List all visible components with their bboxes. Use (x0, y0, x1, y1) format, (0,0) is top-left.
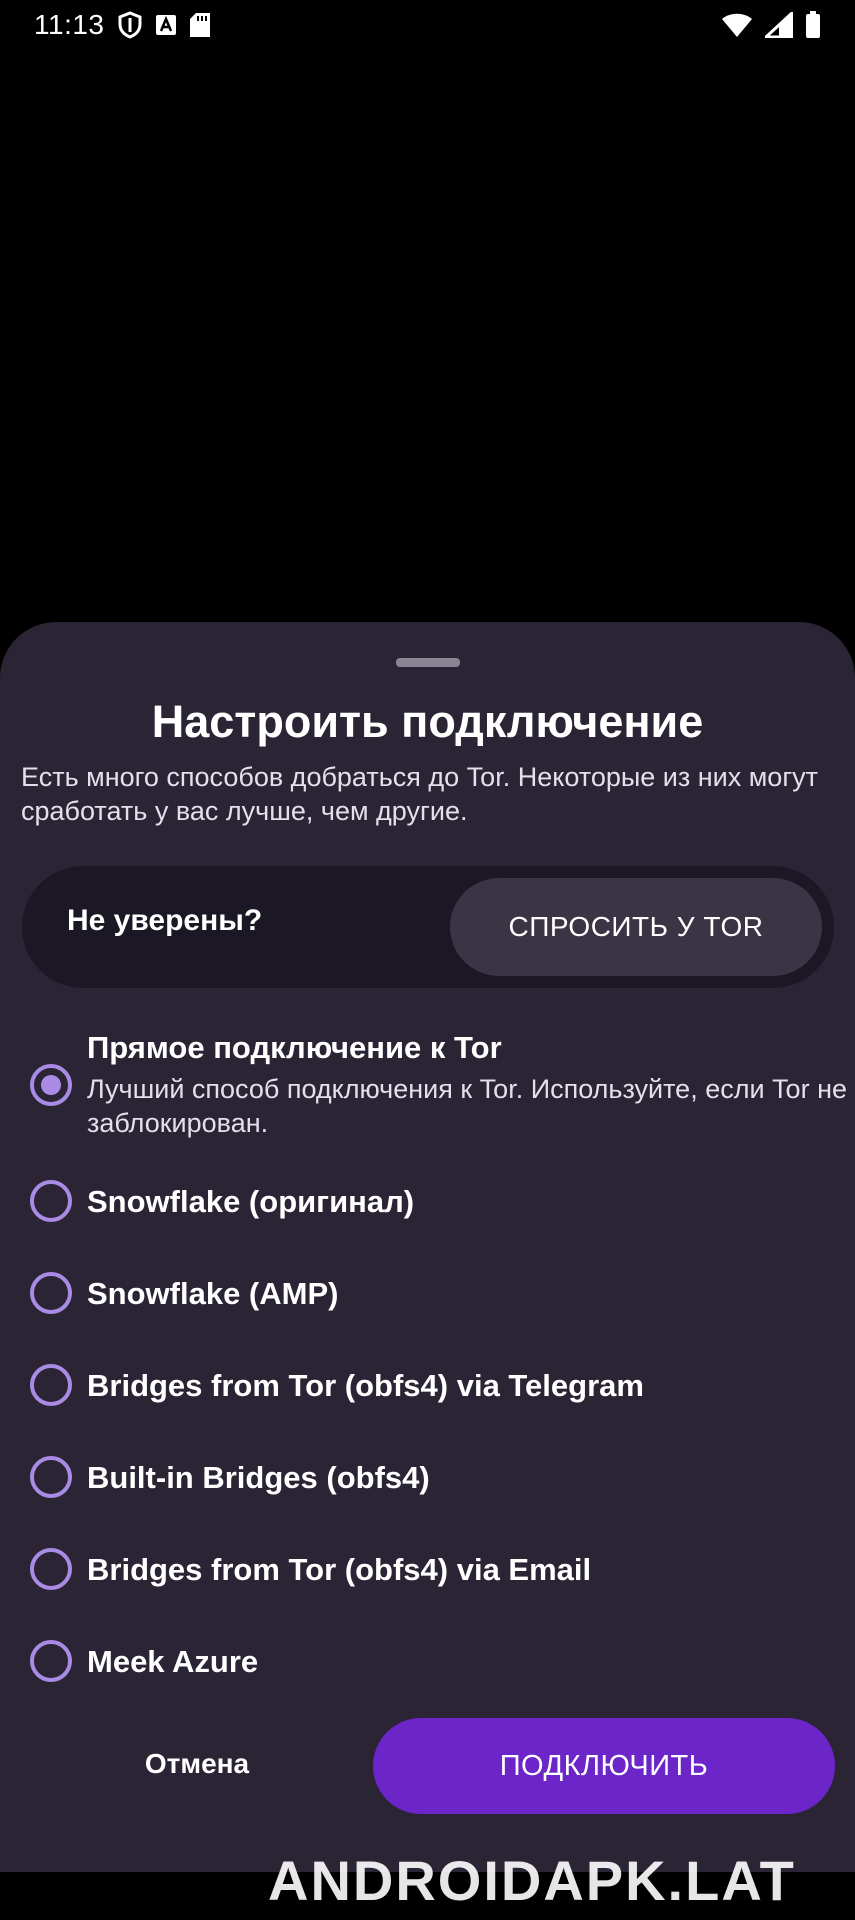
status-left: 11:13 (34, 9, 211, 41)
radio-button[interactable] (30, 1180, 72, 1222)
status-right (721, 11, 821, 39)
option-title: Snowflake (оригинал) (87, 1184, 415, 1219)
option-title: Meek Azure (87, 1644, 259, 1679)
option-direct-connection[interactable]: Прямое подключение к Tor Лучший способ п… (30, 1030, 847, 1140)
wifi-icon (721, 12, 753, 38)
sheet-title: Настроить подключение (151, 696, 704, 747)
cancel-button[interactable]: Отмена (80, 1716, 314, 1812)
radio-button[interactable] (30, 1364, 72, 1406)
status-bar: 11:13 (0, 0, 855, 50)
radio-button[interactable] (30, 1272, 72, 1314)
drag-handle[interactable] (396, 658, 460, 667)
font-a-icon (155, 14, 177, 36)
ask-tor-button[interactable]: СПРОСИТЬ У TOR (450, 878, 822, 976)
screen: 11:13 Настроить подключение Есть много с… (0, 0, 855, 1920)
radio-button[interactable] (30, 1548, 72, 1590)
option-snowflake-amp[interactable]: Snowflake (AMP) (30, 1272, 840, 1318)
unsure-panel: Не уверены? СПРОСИТЬ У TOR (22, 866, 834, 988)
signal-icon (765, 12, 793, 38)
connect-button[interactable]: ПОДКЛЮЧИТЬ (373, 1718, 835, 1814)
option-title: Built-in Bridges (obfs4) (87, 1460, 430, 1495)
watermark: ANDROIDAPK.LAT (268, 1849, 796, 1912)
option-title: Bridges from Tor (obfs4) via Telegram (87, 1368, 644, 1403)
option-bridges-telegram[interactable]: Bridges from Tor (obfs4) via Telegram (30, 1364, 840, 1410)
option-built-in-bridges[interactable]: Built-in Bridges (obfs4) (30, 1456, 840, 1502)
shield-icon (117, 11, 143, 39)
sd-card-icon (189, 12, 211, 38)
status-time: 11:13 (34, 9, 105, 40)
radio-button-selected[interactable] (30, 1064, 72, 1106)
battery-icon (805, 11, 821, 39)
option-snowflake-original[interactable]: Snowflake (оригинал) (30, 1180, 840, 1226)
radio-button[interactable] (30, 1456, 72, 1498)
option-title: Прямое подключение к Tor (87, 1030, 502, 1065)
option-bridges-email[interactable]: Bridges from Tor (obfs4) via Email (30, 1548, 840, 1594)
option-meek-azure[interactable]: Meek Azure (30, 1640, 840, 1686)
option-description: Лучший способ подключения к Tor. Использ… (87, 1074, 847, 1138)
option-title: Bridges from Tor (obfs4) via Email (87, 1552, 592, 1587)
radio-button[interactable] (30, 1640, 72, 1682)
option-title: Snowflake (AMP) (87, 1276, 339, 1311)
sheet-description: Есть много способов добраться до Tor. Не… (21, 762, 819, 826)
unsure-label: Не уверены? (67, 904, 263, 937)
